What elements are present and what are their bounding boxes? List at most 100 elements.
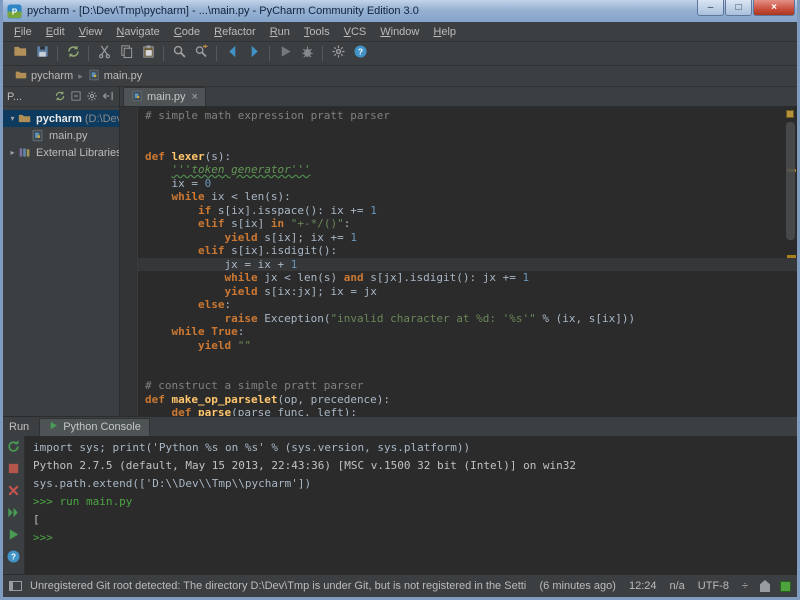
inspection-indicator-icon[interactable] — [786, 110, 794, 118]
status-item--6-minutes-ago-[interactable]: (6 minutes ago) — [540, 580, 616, 592]
editor-area: main.py × # simple math expression pratt… — [120, 87, 797, 416]
menu-item-edit[interactable]: Edit — [39, 24, 72, 40]
code-line: yield s[ix]; ix += 1 — [138, 231, 797, 245]
code-line: def lexer(s): — [138, 150, 797, 164]
menu-item-navigate[interactable]: Navigate — [109, 24, 166, 40]
tab-python-console[interactable]: Python Console — [39, 418, 150, 436]
copy-button[interactable] — [115, 43, 137, 64]
tab-main-py[interactable]: main.py × — [123, 87, 206, 106]
titlebar[interactable]: P pycharm - [D:\Dev\Tmp\pycharm] - ...\m… — [3, 0, 797, 22]
status-item-12-24[interactable]: 12:24 — [629, 580, 657, 592]
project-panel-title[interactable]: P... — [7, 91, 22, 103]
close-icon — [6, 483, 21, 503]
svg-text:?: ? — [11, 552, 16, 562]
back-button[interactable] — [221, 43, 243, 64]
chevron-down-icon[interactable]: ▾ — [7, 114, 18, 123]
console-line: sys.path.extend(['D:\\Dev\\Tmp\\pycharm'… — [33, 475, 789, 493]
menu-item-refactor[interactable]: Refactor — [207, 24, 263, 40]
open-icon — [13, 44, 28, 64]
toolwindow-toggle-icon[interactable] — [9, 581, 22, 591]
breadcrumb-file-label: main.py — [104, 70, 143, 82]
code-line: elif s[ix].isdigit(): — [138, 244, 797, 258]
stop-button[interactable] — [6, 463, 22, 479]
memory-indicator[interactable] — [780, 581, 791, 592]
cut-button[interactable] — [93, 43, 115, 64]
menu-item-file[interactable]: File — [7, 24, 39, 40]
rerun-icon — [6, 439, 21, 459]
open-button[interactable] — [9, 43, 31, 64]
code-line: yield s[ix:jx]; ix = jx — [138, 285, 797, 299]
paste-button[interactable] — [137, 43, 159, 64]
menu-item-help[interactable]: Help — [426, 24, 463, 40]
code-line — [138, 366, 797, 380]
collapse-all-icon[interactable] — [70, 90, 83, 103]
console-line: >>> run main.py — [33, 493, 789, 511]
status-item--[interactable]: ÷ — [742, 580, 748, 592]
minimize-button[interactable]: – — [697, 0, 724, 16]
menu-item-view[interactable]: View — [72, 24, 110, 40]
console-output[interactable]: import sys; print('Python %s on %s' % (s… — [25, 436, 797, 574]
run-panel-body: ? import sys; print('Python %s on %s' % … — [3, 436, 797, 574]
synchronize-icon[interactable] — [54, 90, 67, 103]
menu-item-run[interactable]: Run — [263, 24, 297, 40]
close-button[interactable]: × — [753, 0, 795, 16]
run-tool-window: Run Python Console ? import sys; print('… — [3, 416, 797, 574]
status-item-n-a[interactable]: n/a — [669, 580, 684, 592]
breadcrumb-project-label: pycharm — [31, 70, 73, 82]
console-line: [ — [33, 511, 789, 529]
save-all-button[interactable] — [31, 43, 53, 64]
status-item-utf-8[interactable]: UTF-8 — [698, 580, 729, 592]
find-button[interactable] — [168, 43, 190, 64]
settings-icon[interactable] — [86, 90, 99, 103]
replace-button[interactable] — [190, 43, 212, 64]
hector-icon[interactable] — [760, 580, 770, 592]
help-icon: ? — [353, 44, 368, 64]
menu-item-tools[interactable]: Tools — [297, 24, 337, 40]
settings-button[interactable] — [327, 43, 349, 64]
tree-item-external-libraries[interactable]: ▸ External Libraries — [3, 144, 119, 161]
chevron-right-icon[interactable]: ▸ — [7, 148, 18, 157]
tab-close-icon[interactable]: × — [192, 91, 198, 103]
code-line: elif s[ix] in "+-*/()": — [138, 217, 797, 231]
hide-icon[interactable] — [102, 90, 115, 103]
toolbar-separator — [322, 46, 323, 61]
help-button[interactable]: ? — [349, 43, 371, 64]
code-line: # simple math expression pratt parser — [138, 109, 797, 123]
code-line: while True: — [138, 325, 797, 339]
console-toolbar: ? — [3, 436, 25, 574]
find-icon — [172, 44, 187, 64]
python-file-icon — [131, 90, 143, 105]
window-controls: – □ × — [696, 0, 795, 16]
debug-button[interactable] — [296, 43, 318, 64]
close-button[interactable] — [6, 485, 22, 501]
help-button[interactable]: ? — [6, 551, 22, 567]
library-icon — [18, 146, 33, 160]
menu-item-vcs[interactable]: VCS — [337, 24, 374, 40]
rerun-button[interactable] — [6, 441, 22, 457]
breadcrumb-file[interactable]: main.py — [84, 68, 147, 85]
console-line: >>> — [33, 529, 789, 547]
maximize-button[interactable]: □ — [725, 0, 752, 16]
editor-scrollbar[interactable] — [786, 122, 795, 240]
project-panel-header: P... — [3, 87, 119, 107]
tree-item-label: External Libraries — [36, 147, 119, 159]
toolbar-separator — [57, 46, 58, 61]
menu-item-code[interactable]: Code — [167, 24, 207, 40]
synchronize-button[interactable] — [62, 43, 84, 64]
run-button[interactable] — [274, 43, 296, 64]
save-all-icon — [35, 44, 50, 64]
tree-item-main-py[interactable]: main.py — [3, 127, 119, 144]
play-button[interactable] — [6, 529, 22, 545]
tree-item-pycharm[interactable]: ▾pycharm (D:\Dev\Tmp — [3, 110, 119, 127]
code-line: if s[ix].isspace(): ix += 1 — [138, 204, 797, 218]
warning-stripe-mark[interactable] — [787, 255, 796, 258]
code-editor[interactable]: # simple math expression pratt parser de… — [120, 107, 797, 416]
python-file-icon — [31, 129, 46, 143]
breadcrumb-project[interactable]: pycharm — [11, 68, 77, 85]
forward-button[interactable] — [243, 43, 265, 64]
status-message[interactable]: Unregistered Git root detected: The dire… — [30, 580, 527, 592]
back-icon — [225, 44, 240, 64]
menu-item-window[interactable]: Window — [373, 24, 426, 40]
execute-button[interactable] — [6, 507, 22, 523]
toolbar-separator — [88, 46, 89, 61]
